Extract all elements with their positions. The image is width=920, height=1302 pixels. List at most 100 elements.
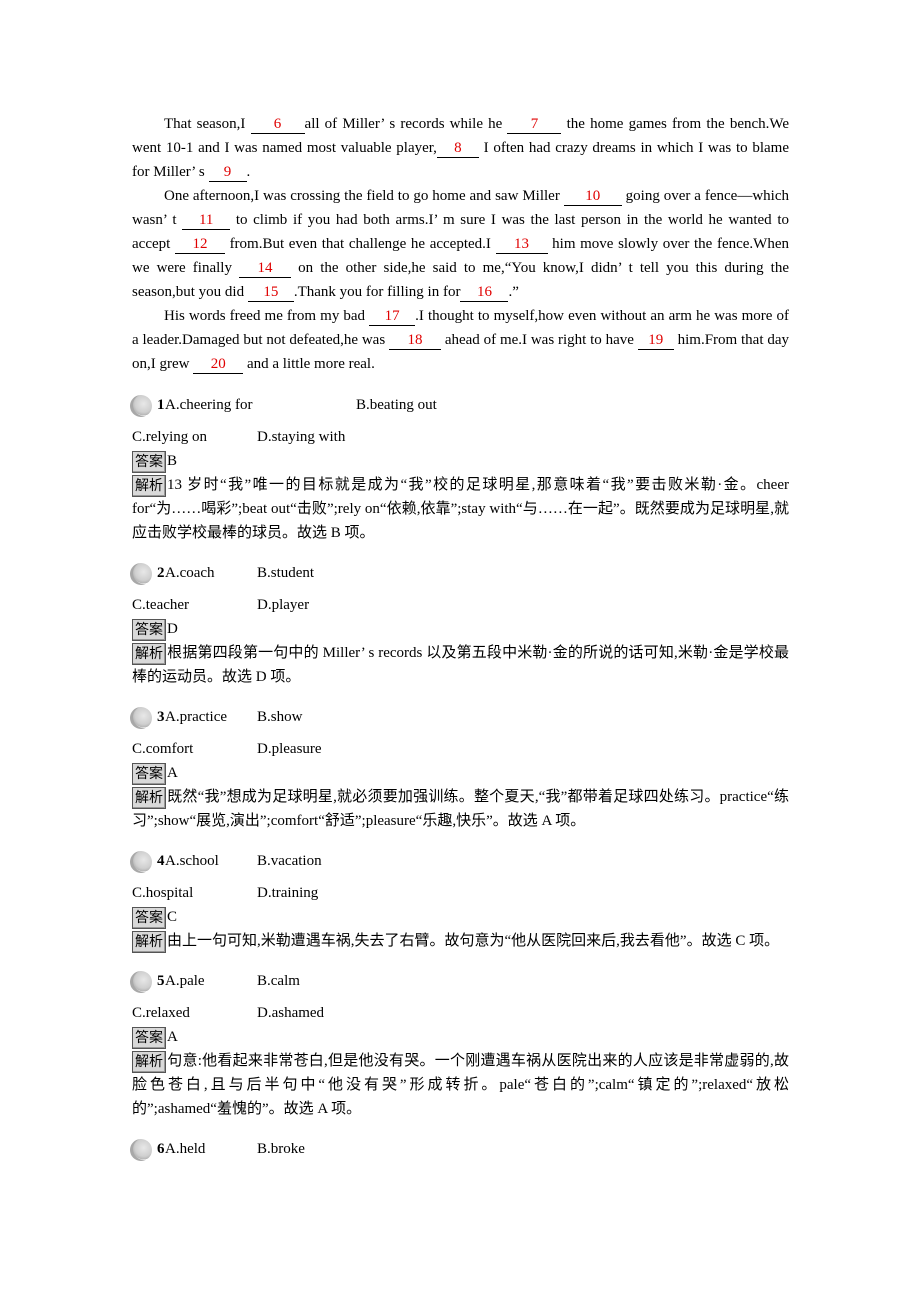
- question-number: 1: [157, 397, 165, 413]
- blank-19: 19: [637, 332, 674, 350]
- question-bullet-icon: [130, 971, 152, 993]
- option-d[interactable]: D.training: [257, 881, 318, 905]
- explanation: 解析 句意:他看起来非常苍白,但是他没有哭。一个刚遭遇车祸从医院出来的人应该是非常…: [132, 1049, 789, 1121]
- explanation-text: 句意:他看起来非常苍白,但是他没有哭。一个刚遭遇车祸从医院出来的人应该是非常虚弱…: [132, 1053, 789, 1117]
- passage-text: One afternoon,I was crossing the field t…: [164, 188, 564, 204]
- passage-text: That season,I: [164, 116, 251, 132]
- option-b[interactable]: B.show: [257, 704, 302, 730]
- passage-paragraph: One afternoon,I was crossing the field t…: [132, 184, 789, 304]
- answer-value: C: [167, 909, 178, 925]
- blank-8: 8: [436, 140, 479, 158]
- passage-text: from.But even that challenge he accepted…: [224, 236, 496, 252]
- explanation-text: 根据第四段第一句中的 Miller’ s records 以及第五段中米勒·金的…: [132, 645, 789, 685]
- options-row: C.relying on D.staying with: [132, 425, 789, 449]
- options-row: C.relaxed D.ashamed: [132, 1001, 789, 1025]
- blank-12: 12: [174, 236, 225, 254]
- option-a[interactable]: A.coach: [165, 560, 215, 586]
- option-d[interactable]: D.ashamed: [257, 1001, 324, 1025]
- question-item: 5 A.pale B.calm C.relaxed D.ashamed 答案 A 解析 句意:他…: [130, 968, 789, 1136]
- cloze-passage: That season,I 6 all of Miller’ s records …: [132, 112, 789, 376]
- blank-7: 7: [507, 116, 562, 134]
- passage-paragraph: His words freed me from my bad 17 .I thou…: [132, 304, 789, 376]
- document-page: That season,I 6 all of Miller’ s records …: [130, 112, 789, 1162]
- question-item: 6 A.held B.broke: [130, 1136, 789, 1162]
- option-d[interactable]: D.player: [257, 593, 309, 617]
- question-header: 5 A.pale B.calm: [130, 968, 789, 994]
- question-item: 1 A.cheering for B.beating out C.relying on…: [130, 392, 789, 560]
- answer-tag: 答案: [132, 618, 166, 641]
- question-bullet-icon: [130, 563, 152, 585]
- answer-value: D: [167, 621, 178, 637]
- answer-tag: 答案: [132, 1026, 166, 1049]
- passage-text: .”: [508, 284, 519, 300]
- explanation-tag: 解析: [132, 474, 166, 497]
- blank-20: 20: [193, 356, 244, 374]
- passage-text: ahead of me.I was right to have: [441, 332, 638, 348]
- option-b[interactable]: B.calm: [257, 968, 300, 994]
- option-d[interactable]: D.pleasure: [257, 737, 322, 761]
- question-item: 2 A.coach B.student C.teacher D.player 答案 D 解析根…: [130, 560, 789, 704]
- answer-tag: 答案: [132, 450, 166, 473]
- explanation: 解析 13 岁时“我”唯一的目标就是成为“我”校的足球明星,那意味着“我”要击败米…: [132, 473, 789, 545]
- explanation-tag: 解析: [132, 930, 166, 953]
- explanation-text: 由上一句可知,米勒遭遇车祸,失去了右臂。故句意为“他从医院回来后,我去看他”。故…: [167, 933, 780, 949]
- question-number: 4: [157, 853, 165, 869]
- option-b[interactable]: B.beating out: [356, 392, 437, 418]
- answer-value: B: [167, 453, 178, 469]
- question-list: 1 A.cheering for B.beating out C.relying on…: [130, 376, 789, 1162]
- explanation: 解析 由上一句可知,米勒遭遇车祸,失去了右臂。故句意为“他从医院回来后,我去看他”…: [132, 929, 789, 953]
- option-a[interactable]: A.school: [165, 848, 219, 874]
- option-a[interactable]: A.held: [165, 1136, 205, 1162]
- question-item: 4 A.school B.vacation C.hospital D.training 答…: [130, 848, 789, 968]
- option-c[interactable]: C.relying on: [132, 425, 207, 449]
- question-bullet-icon: [130, 1139, 152, 1161]
- options-row: C.hospital D.training: [132, 881, 789, 905]
- option-b[interactable]: B.broke: [257, 1136, 305, 1162]
- option-d[interactable]: D.staying with: [257, 425, 345, 449]
- option-a[interactable]: A.practice: [165, 704, 227, 730]
- blank-14: 14: [239, 260, 292, 278]
- question-header: 6 A.held B.broke: [130, 1136, 789, 1162]
- passage-text: .Thank you for filling in for: [293, 284, 461, 300]
- explanation-tag: 解析: [132, 1050, 166, 1073]
- answer-value: A: [167, 1029, 178, 1045]
- option-c[interactable]: C.comfort: [132, 737, 193, 761]
- option-b[interactable]: B.vacation: [257, 848, 322, 874]
- explanation: 解析 既然“我”想成为足球明星,就必须要加强训练。整个夏天,“我”都带着足球四处练…: [132, 785, 789, 833]
- explanation: 解析 根据第四段第一句中的 Miller’ s records 以及第五段中米勒·…: [132, 641, 789, 689]
- answer-value: A: [167, 765, 178, 781]
- explanation-tag: 解析: [132, 786, 166, 809]
- blank-13: 13: [495, 236, 548, 254]
- question-bullet-icon: [130, 395, 152, 417]
- option-c[interactable]: C.relaxed: [132, 1001, 190, 1025]
- question-number: 3: [157, 709, 165, 725]
- blank-15: 15: [247, 284, 294, 302]
- question-bullet-icon: [130, 851, 152, 873]
- explanation-tag: 解析: [132, 642, 166, 665]
- option-c[interactable]: C.teacher: [132, 593, 189, 617]
- answer-row: 答案 B: [132, 449, 789, 473]
- question-bullet-icon: [130, 707, 152, 729]
- option-a[interactable]: A.cheering for: [165, 392, 252, 418]
- blank-17: 17: [369, 308, 416, 326]
- options-row: C.comfort D.pleasure: [132, 737, 789, 761]
- passage-text: His words freed me from my bad: [164, 308, 370, 324]
- explanation-text: 既然“我”想成为足球明星,就必须要加强训练。整个夏天,“我”都带着足球四处练习。…: [132, 789, 789, 829]
- question-number: 6: [157, 1141, 165, 1157]
- answer-row: 答案 D: [132, 617, 789, 641]
- option-b[interactable]: B.student: [257, 560, 314, 586]
- option-c[interactable]: C.hospital: [132, 881, 193, 905]
- blank-18: 18: [389, 332, 441, 350]
- options-row: C.teacher D.player: [132, 593, 789, 617]
- answer-row: 答案 A: [132, 1025, 789, 1049]
- blank-10: 10: [563, 188, 622, 206]
- answer-row: 答案 C: [132, 905, 789, 929]
- option-a[interactable]: A.pale: [165, 968, 205, 994]
- passage-text: .: [246, 164, 251, 180]
- blank-16: 16: [460, 284, 509, 302]
- passage-paragraph: That season,I 6 all of Miller’ s records …: [132, 112, 789, 184]
- blank-11: 11: [182, 212, 231, 230]
- question-header: 1 A.cheering for B.beating out: [130, 392, 789, 418]
- blank-9: 9: [208, 164, 247, 182]
- question-header: 3 A.practice B.show: [130, 704, 789, 730]
